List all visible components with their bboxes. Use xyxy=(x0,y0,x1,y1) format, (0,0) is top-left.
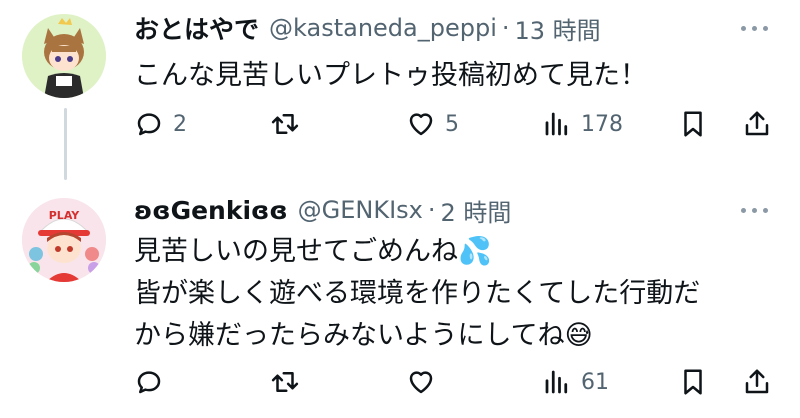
avatar[interactable] xyxy=(22,14,106,98)
tweet-text-line: こんな見苦しいプレトゥ投稿初めて見た！ xyxy=(134,60,647,91)
views-icon xyxy=(545,370,568,394)
avatar-cap-text: PLAY xyxy=(48,209,80,222)
like-button[interactable]: 5 xyxy=(406,106,459,142)
user-handle[interactable]: @kastaneda_peppi xyxy=(269,14,497,42)
display-name[interactable]: ʚɞGenkiɞɞ xyxy=(134,196,288,225)
action-bar: 61 xyxy=(134,364,780,400)
bookmark-button[interactable] xyxy=(678,106,708,142)
share-button[interactable] xyxy=(742,364,772,400)
tweet-text: 見苦しいの見せてごめんね💦 皆が楽しく遊べる環境を作りたくてした行動だ から嫌だ… xyxy=(134,231,760,357)
share-button[interactable] xyxy=(742,106,772,142)
more-options-icon[interactable] xyxy=(734,200,774,220)
tweet-header: おとはやで @kastaneda_peppi · 13 時間 xyxy=(134,10,601,46)
heart-icon xyxy=(409,371,433,394)
retweet-icon xyxy=(271,372,299,392)
views-count: 61 xyxy=(581,369,609,395)
heart-icon xyxy=(409,113,433,136)
avatar[interactable]: PLAY xyxy=(22,198,106,282)
timestamp[interactable]: 13 時間 xyxy=(515,11,601,46)
tweet-header: ʚɞGenkiɞɞ @GENKIsx · 2 時間 xyxy=(134,192,511,228)
reply-icon xyxy=(137,371,161,394)
like-button[interactable] xyxy=(406,364,445,400)
share-icon xyxy=(745,111,769,136)
separator-dot: · xyxy=(501,14,510,42)
retweet-button[interactable] xyxy=(270,106,309,142)
tweet-text: こんな見苦しいプレトゥ投稿初めて見た！ xyxy=(134,55,760,97)
user-handle[interactable]: @GENKIsx xyxy=(298,196,423,224)
views-button[interactable]: 178 xyxy=(542,106,623,142)
retweet-button[interactable] xyxy=(270,364,309,400)
display-name[interactable]: おとはやで xyxy=(134,10,259,46)
retweet-icon xyxy=(271,114,299,134)
cat-ear-character-avatar-icon xyxy=(22,14,106,98)
tweet-text-line: 見苦しいの見せてごめんね💦 xyxy=(134,236,492,267)
reply-icon xyxy=(137,113,161,136)
bookmark-button[interactable] xyxy=(678,364,708,400)
like-count: 5 xyxy=(445,111,459,137)
reply-count: 2 xyxy=(173,111,187,137)
timestamp[interactable]: 2 時間 xyxy=(441,193,512,228)
views-button[interactable]: 61 xyxy=(542,364,609,400)
tweet-2[interactable]: PLAY ʚɞGenkiɞɞ @GENKIsx · 2 時間 見苦しいの見せてご… xyxy=(0,180,800,418)
tweet-text-line: 皆が楽しく遊べる環境を作りたくてした行動だ xyxy=(134,278,701,309)
share-icon xyxy=(745,369,769,394)
views-count: 178 xyxy=(581,111,623,137)
bookmark-icon xyxy=(684,111,702,137)
action-bar: 2 5 178 xyxy=(134,106,780,142)
tweet-1[interactable]: おとはやで @kastaneda_peppi · 13 時間 こんな見苦しいプレ… xyxy=(0,0,800,180)
tweet-text-line: から嫌だったらみないようにしてね😅 xyxy=(134,320,593,351)
separator-dot: · xyxy=(427,196,436,224)
more-options-icon[interactable] xyxy=(734,18,774,38)
reply-button[interactable] xyxy=(134,364,173,400)
views-icon xyxy=(545,112,568,136)
bookmark-icon xyxy=(684,369,702,395)
reply-button[interactable]: 2 xyxy=(134,106,187,142)
